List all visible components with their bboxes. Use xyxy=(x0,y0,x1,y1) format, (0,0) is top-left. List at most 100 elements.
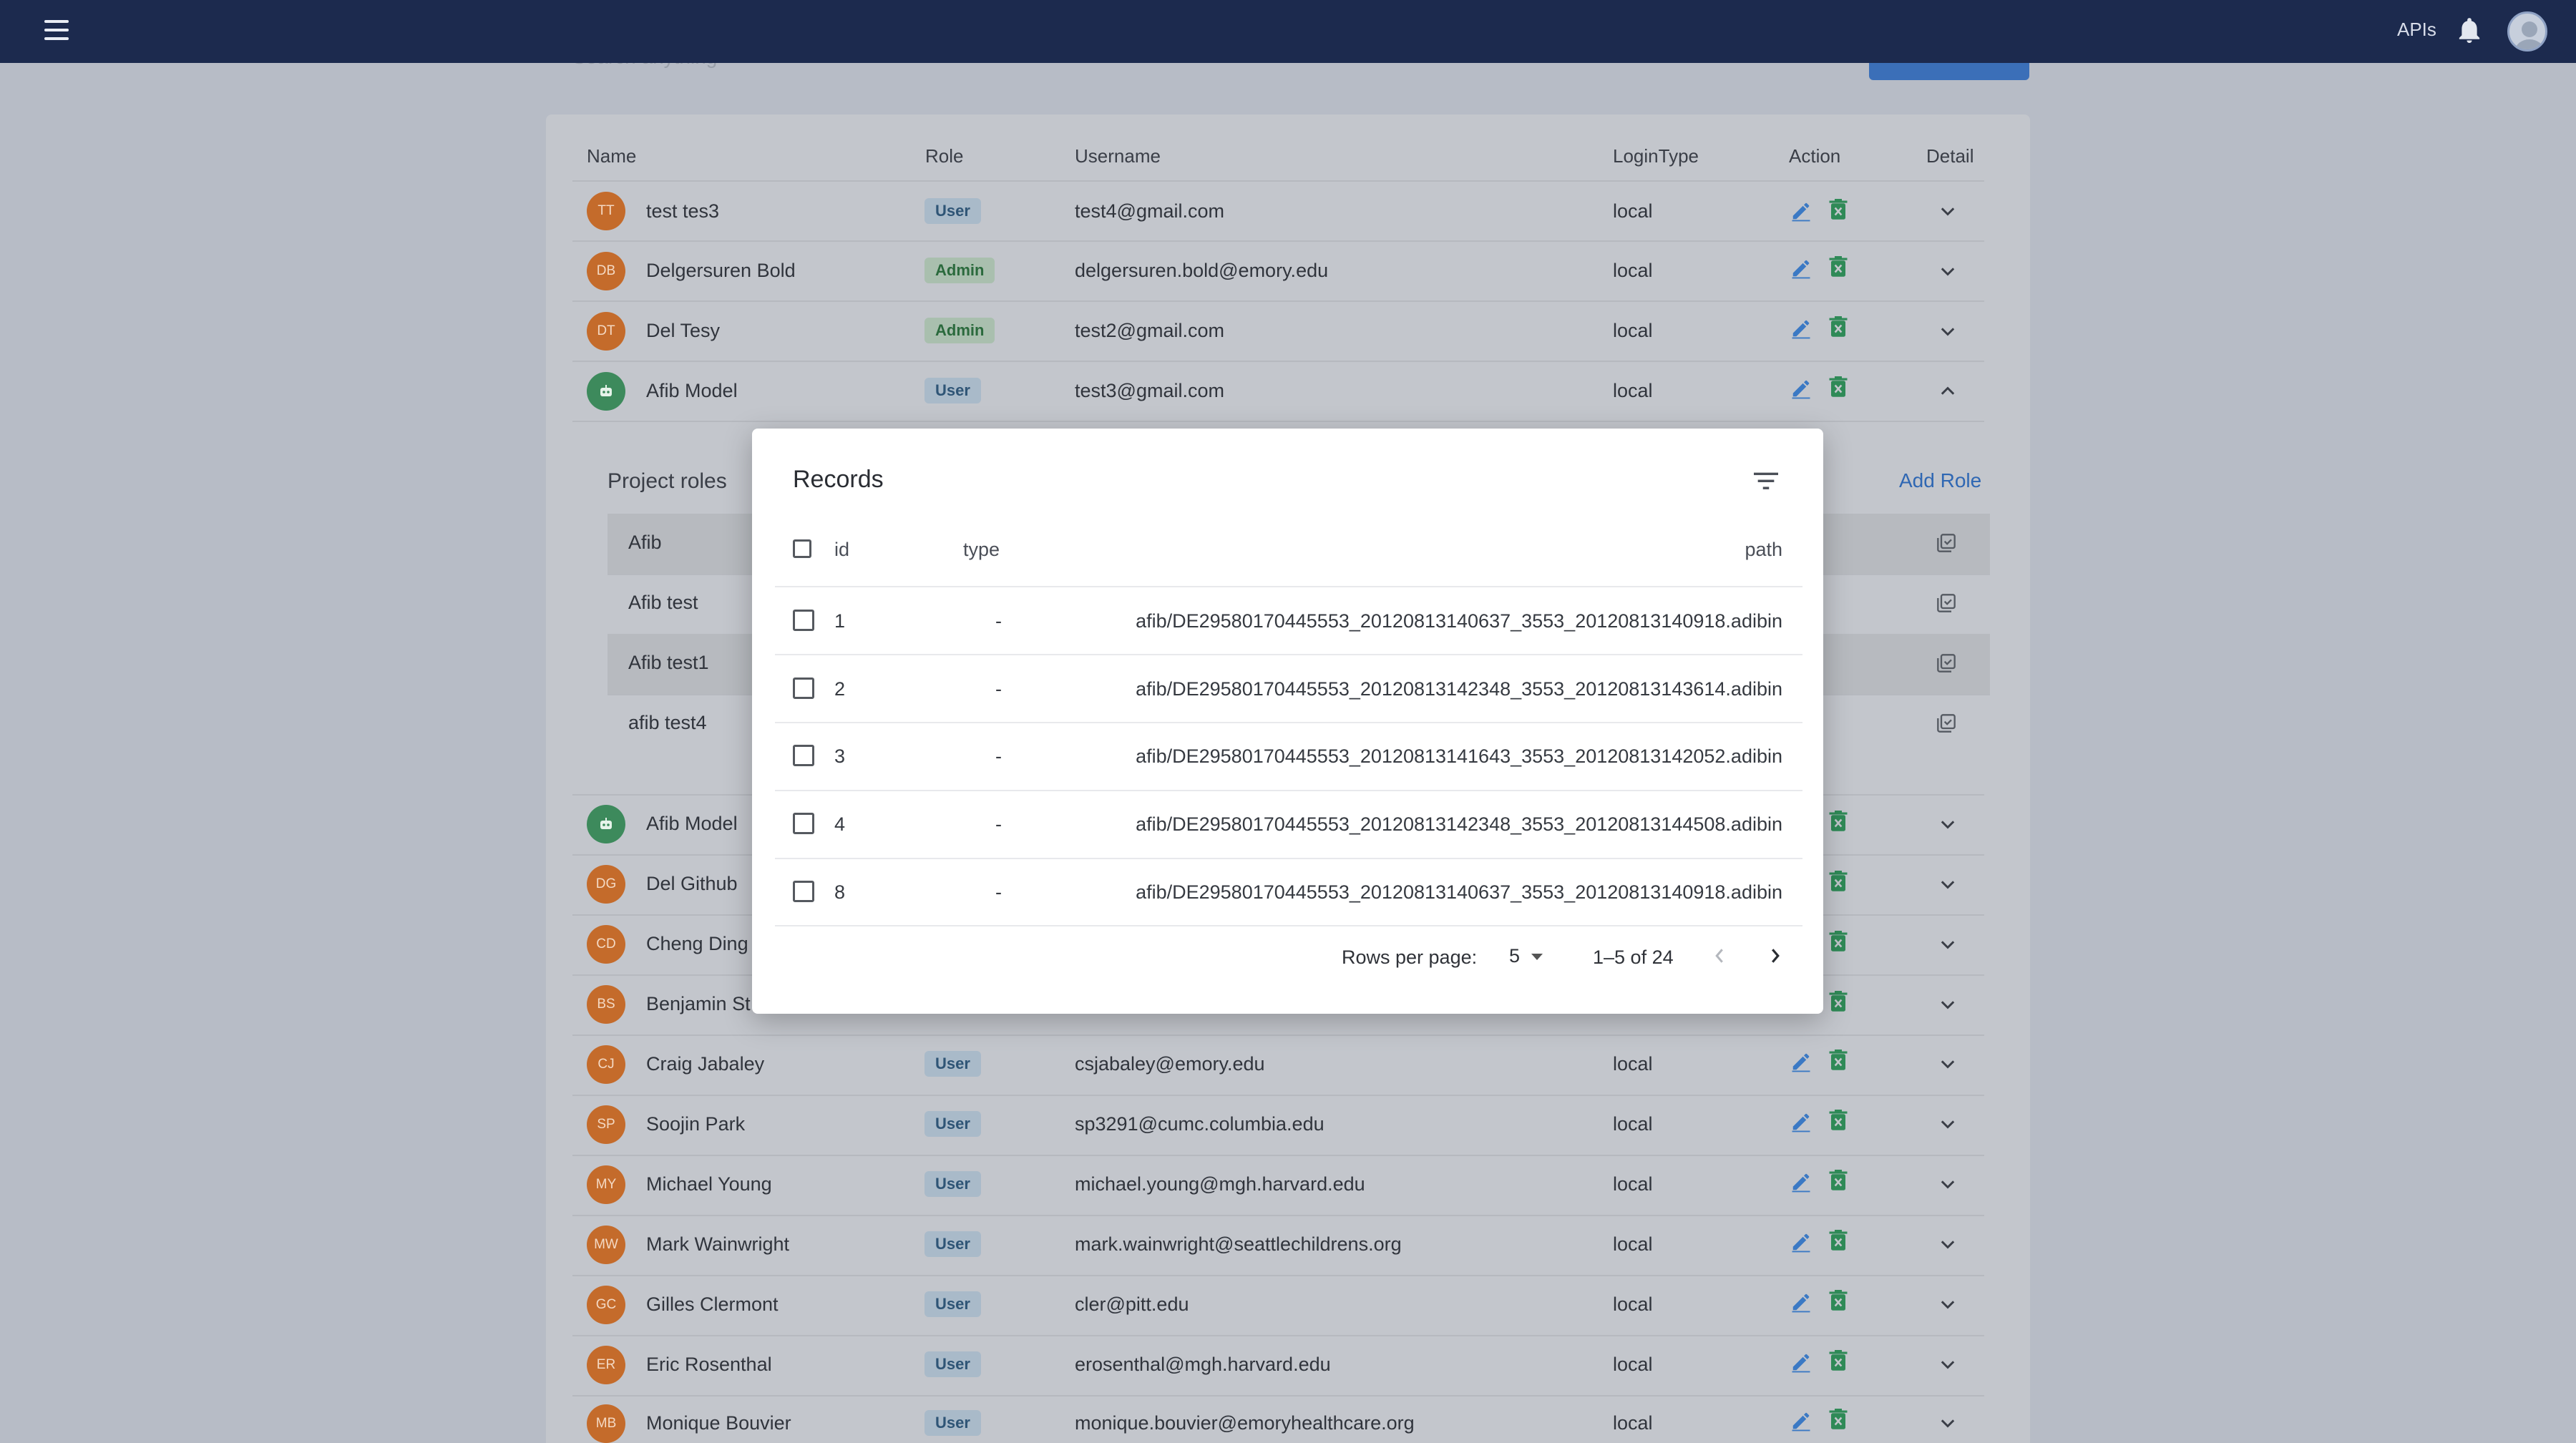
role-badge: User xyxy=(924,378,981,403)
delete-icon[interactable] xyxy=(1829,991,1848,1012)
top-app-bar: APIs xyxy=(0,0,2576,63)
dialog-title: Records xyxy=(793,466,884,493)
chevron-down-icon[interactable] xyxy=(1938,265,1958,279)
avatar: DB xyxy=(587,252,625,290)
column-header-role[interactable]: Role xyxy=(925,145,963,167)
record-path: afib/DE29580170445553_20120813140637_355… xyxy=(1136,610,1782,632)
record-path: afib/DE29580170445553_20120813140637_355… xyxy=(1136,881,1782,903)
previous-page-icon[interactable] xyxy=(1711,945,1728,967)
edit-icon[interactable] xyxy=(1790,200,1812,222)
chevron-down-icon[interactable] xyxy=(1938,205,1958,219)
record-path: afib/DE29580170445553_20120813142348_355… xyxy=(1136,813,1782,835)
user-avatar[interactable] xyxy=(2507,11,2547,52)
chevron-down-icon[interactable] xyxy=(1938,1298,1958,1312)
edit-icon[interactable] xyxy=(1790,378,1812,399)
chevron-down-icon[interactable] xyxy=(1938,1178,1958,1192)
project-role-name: Afib test1 xyxy=(628,652,709,673)
column-header-type[interactable]: type xyxy=(963,539,1000,561)
delete-icon[interactable] xyxy=(1829,199,1848,220)
delete-icon[interactable] xyxy=(1829,1409,1848,1430)
edit-icon[interactable] xyxy=(1790,1351,1812,1373)
delete-icon[interactable] xyxy=(1829,871,1848,892)
chevron-down-icon[interactable] xyxy=(1938,878,1958,892)
select-all-checkbox[interactable] xyxy=(793,539,811,558)
delete-icon[interactable] xyxy=(1829,376,1848,398)
chevron-down-icon[interactable] xyxy=(1938,325,1958,339)
edit-icon[interactable] xyxy=(1790,258,1812,279)
chevron-down-icon[interactable] xyxy=(1938,1417,1958,1431)
column-header-name[interactable]: Name xyxy=(587,145,636,167)
delete-icon[interactable] xyxy=(1829,1230,1848,1251)
login-type: local xyxy=(1613,1233,1653,1255)
chevron-up-icon[interactable] xyxy=(1938,383,1958,398)
column-header-path[interactable]: path xyxy=(1745,539,1782,561)
row-checkbox[interactable] xyxy=(793,678,814,699)
user-name: Gilles Clermont xyxy=(646,1293,779,1315)
username: michael.young@mgh.harvard.edu xyxy=(1075,1173,1365,1195)
role-badge: User xyxy=(924,1111,981,1137)
library-add-check-icon[interactable] xyxy=(1936,533,1956,553)
login-type: local xyxy=(1613,1113,1653,1135)
edit-icon[interactable] xyxy=(1790,1111,1812,1133)
delete-icon[interactable] xyxy=(1829,931,1848,952)
column-header-username[interactable]: Username xyxy=(1075,145,1161,167)
avatar: ER xyxy=(587,1346,625,1384)
rows-per-page-value: 5 xyxy=(1509,945,1521,967)
divider xyxy=(572,300,1984,302)
add-role-button[interactable]: Add Role xyxy=(1899,469,1981,492)
column-header-detail: Detail xyxy=(1926,145,1974,167)
row-checkbox[interactable] xyxy=(793,745,814,766)
delete-icon[interactable] xyxy=(1829,316,1848,338)
edit-icon[interactable] xyxy=(1790,1231,1812,1253)
notifications-bell-icon[interactable] xyxy=(2457,17,2482,44)
chevron-down-icon[interactable] xyxy=(1938,998,1958,1012)
edit-icon[interactable] xyxy=(1790,1171,1812,1193)
library-add-check-icon[interactable] xyxy=(1936,713,1956,733)
avatar: CJ xyxy=(587,1045,625,1084)
rows-per-page-select[interactable]: 5 xyxy=(1509,945,1543,967)
row-checkbox[interactable] xyxy=(793,610,814,631)
delete-icon[interactable] xyxy=(1829,811,1848,832)
avatar: DG xyxy=(587,865,625,904)
row-checkbox[interactable] xyxy=(793,881,814,902)
chevron-down-icon[interactable] xyxy=(1938,1117,1958,1132)
login-type: local xyxy=(1613,1293,1653,1315)
project-role-name: Afib test xyxy=(628,592,698,613)
apis-link[interactable]: APIs xyxy=(2397,19,2436,41)
delete-icon[interactable] xyxy=(1829,1350,1848,1371)
record-type: - xyxy=(995,813,1002,835)
chevron-down-icon[interactable] xyxy=(1938,1238,1958,1252)
avatar: SP xyxy=(587,1105,625,1144)
library-add-check-icon[interactable] xyxy=(1936,653,1956,673)
column-header-action: Action xyxy=(1789,145,1841,167)
delete-icon[interactable] xyxy=(1829,1110,1848,1131)
hamburger-menu-icon[interactable] xyxy=(44,20,69,40)
edit-icon[interactable] xyxy=(1790,1291,1812,1313)
record-path: afib/DE29580170445553_20120813142348_355… xyxy=(1136,678,1782,700)
row-checkbox[interactable] xyxy=(793,813,814,834)
delete-icon[interactable] xyxy=(1829,256,1848,278)
divider xyxy=(572,1275,1984,1276)
delete-icon[interactable] xyxy=(1829,1290,1848,1311)
user-name: Afib Model xyxy=(646,813,738,834)
filter-icon[interactable] xyxy=(1754,471,1778,490)
divider xyxy=(572,1155,1984,1156)
delete-icon[interactable] xyxy=(1829,1170,1848,1191)
chevron-down-icon[interactable] xyxy=(1938,818,1958,832)
chevron-down-icon[interactable] xyxy=(1938,1358,1958,1372)
login-type: local xyxy=(1613,1173,1653,1195)
divider xyxy=(572,180,1984,182)
chevron-down-icon[interactable] xyxy=(1938,938,1958,952)
username: sp3291@cumc.columbia.edu xyxy=(1075,1113,1324,1135)
delete-icon[interactable] xyxy=(1829,1050,1848,1071)
chevron-down-icon[interactable] xyxy=(1938,1057,1958,1072)
edit-icon[interactable] xyxy=(1790,1410,1812,1432)
library-add-check-icon[interactable] xyxy=(1936,593,1956,613)
edit-icon[interactable] xyxy=(1790,1051,1812,1072)
next-page-icon[interactable] xyxy=(1767,945,1784,967)
column-header-login-type[interactable]: LoginType xyxy=(1613,145,1699,167)
edit-icon[interactable] xyxy=(1790,318,1812,339)
user-name: Eric Rosenthal xyxy=(646,1354,772,1375)
column-header-id[interactable]: id xyxy=(834,539,849,561)
divider xyxy=(572,361,1984,362)
